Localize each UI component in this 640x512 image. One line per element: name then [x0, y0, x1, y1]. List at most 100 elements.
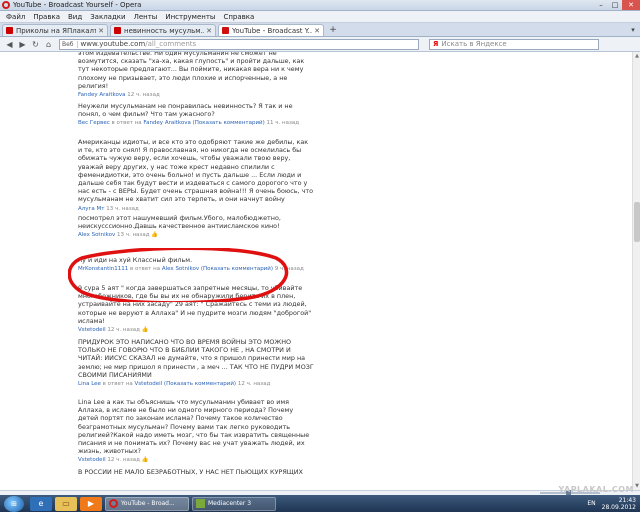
url-path: /all_comments [145, 40, 197, 48]
address-input[interactable]: Веб www.youtube.com/all_comments [59, 38, 419, 50]
tab-menu-chevron-icon[interactable]: ▾ [626, 24, 640, 36]
scroll-down-icon[interactable]: ▼ [633, 482, 640, 490]
menu-help[interactable]: Справка [219, 13, 258, 21]
comment-author[interactable]: Fandey Araitkova [78, 92, 125, 98]
thumbs-up-icon[interactable]: 👍 [151, 232, 158, 238]
language-indicator[interactable]: EN [587, 500, 595, 507]
opera-icon [109, 499, 118, 508]
comment-text: Неужели мусульманам не понравилась невин… [78, 102, 293, 119]
show-comment-link[interactable]: (Показать комментарий) [162, 381, 236, 387]
menu-bookmarks[interactable]: Закладки [86, 13, 129, 21]
menu-feeds[interactable]: Ленты [130, 13, 162, 21]
media-player-icon[interactable]: ▶ [80, 496, 102, 511]
tab-youtube[interactable]: YouTube - Broadcast Y... ✕ [218, 24, 324, 36]
yandex-logo-icon: Я [433, 40, 439, 48]
list-item: Lina Lee а как ты объяснишь что мусульма… [78, 398, 314, 463]
comment-meta: Fandey Araitkova 12 ч. назад [78, 92, 314, 98]
system-tray: EN 21:43 28.09.2012 [587, 497, 640, 511]
new-tab-button[interactable]: + [326, 24, 340, 36]
web-badge: Веб [62, 40, 78, 48]
comment-author[interactable]: Bec Гервес [78, 120, 110, 126]
comment-author[interactable]: Alex Sotnikov [78, 232, 115, 238]
list-item: ну и иди на хуй Классный фильм. MrKonsta… [78, 256, 314, 272]
comment-author[interactable]: Vstetodeil [78, 457, 106, 463]
home-icon[interactable]: ⌂ [42, 38, 55, 50]
tab-close-icon[interactable]: ✕ [98, 27, 104, 35]
folder-icon[interactable]: ▭ [55, 496, 77, 511]
youtube-favicon-icon [222, 27, 229, 34]
comment-text: посмотрел этот нашумевший фильм.Убого, м… [78, 214, 281, 231]
list-item-highlighted: посмотрел этот нашумевший фильм.Убого, м… [78, 214, 314, 238]
url-domain: www.youtube.com [80, 40, 146, 48]
list-item: этом издевательстве. Ни один мусульманин… [78, 52, 314, 98]
reply-target[interactable]: Vstetodeil [135, 381, 163, 387]
minimize-button[interactable]: – [594, 0, 608, 10]
comment-text: 9 сура 5 аят " когда завершаться запретн… [78, 284, 312, 325]
explorer-icon[interactable]: e [30, 496, 52, 511]
comment-author[interactable]: Алуга Мт [78, 206, 105, 212]
reload-icon[interactable]: ↻ [29, 38, 42, 50]
opera-logo-icon [2, 1, 10, 9]
menu-file[interactable]: Файл [2, 13, 29, 21]
tab-label: YouTube - Broadcast Y... [232, 26, 313, 35]
vertical-scrollbar[interactable]: ▲ ▼ [632, 52, 640, 490]
taskbar-window-opera[interactable]: YouTube - Broad... [105, 496, 189, 511]
comment-time: 12 ч. назад [107, 457, 140, 464]
menu-view[interactable]: Вид [64, 13, 86, 21]
comment-meta: Alex Sotnikov 13 ч. назад 👍 [78, 232, 314, 238]
tab-close-icon[interactable]: ✕ [206, 27, 212, 35]
comment-meta: Алуга Мт 13 ч. назад [78, 206, 314, 212]
menu-tools[interactable]: Инструменты [161, 13, 219, 21]
scroll-up-icon[interactable]: ▲ [633, 52, 640, 60]
comment-text: ну и иди на хуй Классный фильм. [78, 256, 193, 264]
comment-text: Американцы идиоты, и все кто это одобряю… [78, 138, 314, 204]
back-arrow-icon[interactable]: ◀ [3, 38, 16, 50]
comment-meta: Vstetodeil 12 ч. назад 👍 [78, 457, 314, 463]
comment-author[interactable]: Lina Lee [78, 381, 101, 387]
clock-time: 21:43 [618, 496, 636, 504]
clock[interactable]: 21:43 28.09.2012 [602, 497, 636, 511]
tab-label: невинность мусульм... [124, 26, 205, 35]
show-comment-link[interactable]: (Показать комментарий) [199, 266, 273, 272]
address-toolbar: ◀ ▶ ↻ ⌂ Веб www.youtube.com/all_comments… [0, 37, 640, 52]
comment-meta: Bec Гервес в ответ на Fandey Araitkova (… [78, 120, 314, 126]
tab-innocence-search[interactable]: невинность мусульм... ✕ [110, 24, 216, 36]
reply-target[interactable]: Alex Sotnikov [162, 266, 199, 272]
show-comment-link[interactable]: (Показать комментарий) [191, 120, 265, 126]
comment-text: этом издевательстве. Ни один мусульманин… [78, 52, 305, 90]
tab-close-icon[interactable]: ✕ [314, 27, 320, 35]
list-item: 9 сура 5 аят " когда завершаться запретн… [78, 284, 314, 333]
thumbs-up-icon[interactable]: 👍 [142, 327, 149, 333]
list-item: Неужели мусульманам не понравилась невин… [78, 102, 314, 126]
list-item: ПРИДУРОК ЭТО НАПИСАНО ЧТО ВО ВРЕМЯ ВОЙНЫ… [78, 338, 314, 387]
comment-time: 12 ч. назад [107, 327, 140, 334]
scrollbar-thumb[interactable] [634, 202, 640, 242]
comment-text: Lina Lee а как ты объяснишь что мусульма… [78, 398, 310, 456]
comment-author[interactable]: Vstetodeil [78, 327, 106, 333]
taskbar-window-mediacenter[interactable]: Mediacenter 3 [192, 496, 276, 511]
menu-edit[interactable]: Правка [29, 13, 64, 21]
taskbar-window-label: Mediacenter 3 [208, 500, 252, 507]
page-favicon-icon [114, 27, 121, 34]
reply-to-label: в ответ на [100, 381, 135, 388]
menu-bar: Файл Правка Вид Закладки Ленты Инструмен… [0, 11, 640, 23]
reply-target[interactable]: Fandey Araitkova [143, 120, 190, 126]
window-titlebar: YouTube - Broadcast Yourself - Opera – □… [0, 0, 640, 11]
window-title: YouTube - Broadcast Yourself - Opera [13, 1, 142, 9]
comment-author[interactable]: MrKonstantin1111 [78, 266, 128, 272]
mediacenter-icon [196, 499, 205, 508]
start-button[interactable]: ⊞ [4, 495, 24, 512]
window-controls: – □ ✕ [594, 0, 640, 11]
search-input[interactable]: Я Искать в Яндексе [429, 38, 599, 50]
tab-yaplakal[interactable]: Приколы на ЯПлакалъ ✕ [2, 24, 108, 36]
taskbar: ⊞ e ▭ ▶ YouTube - Broad... Mediacenter 3… [0, 495, 640, 512]
tab-label: Приколы на ЯПлакалъ [16, 26, 97, 35]
forward-arrow-icon[interactable]: ▶ [16, 38, 29, 50]
watermark-logo: YAPLAKAL.COM [558, 485, 634, 494]
comment-time: 13 ч. назад [116, 232, 150, 239]
thumbs-up-icon[interactable]: 👍 [142, 457, 149, 463]
maximize-button[interactable]: □ [608, 0, 622, 10]
list-item: В РОССИИ НЕ МАЛО БЕЗРАБОТНЫХ, У НАС НЕТ … [78, 468, 314, 476]
close-button[interactable]: ✕ [622, 0, 640, 10]
reply-to-label: в ответ на [128, 266, 162, 273]
